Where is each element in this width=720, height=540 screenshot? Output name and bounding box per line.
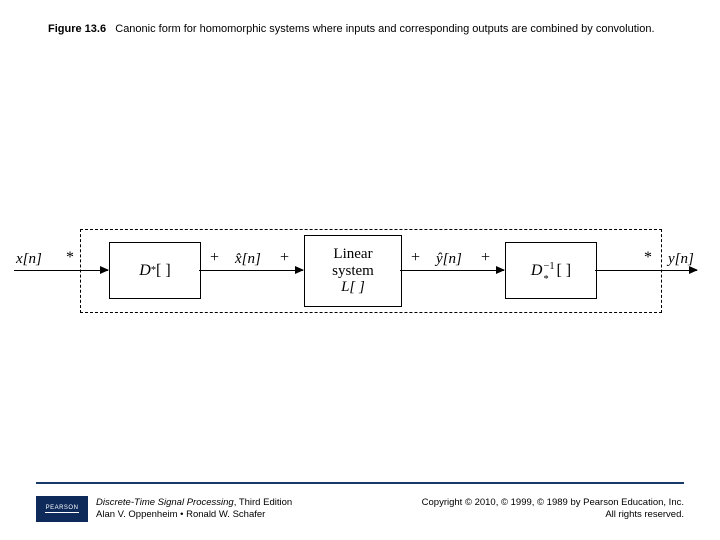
- signal-xhat-label: x̂[n]: [235, 251, 261, 268]
- block3-sub: *: [543, 274, 548, 285]
- figure-caption-text: Canonic form for homomorphic systems whe…: [115, 23, 654, 35]
- publisher-name: PEARSON: [46, 505, 79, 511]
- wire: [199, 270, 303, 271]
- op-plus: +: [210, 249, 219, 267]
- publisher-logo: PEARSON: [36, 496, 88, 522]
- arrowhead: [496, 266, 505, 274]
- wire: [14, 270, 108, 271]
- footer: PEARSON Discrete-Time Signal Processing,…: [36, 496, 684, 522]
- book-metadata: Discrete-Time Signal Processing, Third E…: [96, 497, 292, 522]
- wire: [400, 270, 504, 271]
- book-edition: , Third Edition: [234, 497, 292, 508]
- input-signal-label: x[n]: [16, 251, 42, 268]
- rights-line: All rights reserved.: [422, 509, 684, 521]
- block3-super: −1: [543, 261, 554, 272]
- block1-brackets: [ ]: [156, 262, 171, 280]
- block2-line1: Linear: [332, 246, 374, 263]
- op-plus: +: [280, 249, 289, 267]
- figure-caption: Figure 13.6 Canonic form for homomorphic…: [48, 22, 672, 37]
- figure-label: Figure 13.6: [48, 23, 106, 35]
- signal-yhat-label: ŷ[n]: [436, 251, 462, 268]
- footer-divider: [36, 482, 684, 484]
- copyright-line: Copyright © 2010, © 1999, © 1989 by Pear…: [422, 497, 684, 509]
- block1-symbol: D: [139, 262, 151, 280]
- output-signal-label: y[n]: [668, 251, 694, 268]
- block2-line2: system: [332, 263, 374, 280]
- book-title: Discrete-Time Signal Processing: [96, 497, 234, 508]
- op-plus: +: [411, 249, 420, 267]
- block3-symbol: D: [531, 262, 543, 280]
- block3-brackets: [ ]: [556, 262, 571, 280]
- op-plus: +: [481, 249, 490, 267]
- block-linear-system: Linear system L[ ]: [304, 235, 402, 307]
- wire: [595, 270, 697, 271]
- block-characteristic-inverse: D−1 * [ ]: [505, 242, 597, 299]
- input-operator: *: [66, 249, 74, 267]
- book-authors: Alan V. Oppenheim • Ronald W. Schafer: [96, 509, 292, 521]
- block-characteristic-forward: D*[ ]: [109, 242, 201, 299]
- arrowhead: [100, 266, 109, 274]
- block2-line3: L[ ]: [332, 279, 374, 296]
- arrowhead: [295, 266, 304, 274]
- output-operator: *: [644, 249, 652, 267]
- block-diagram: x[n] * D*[ ] + x̂[n] + Linear system L[ …: [14, 225, 706, 315]
